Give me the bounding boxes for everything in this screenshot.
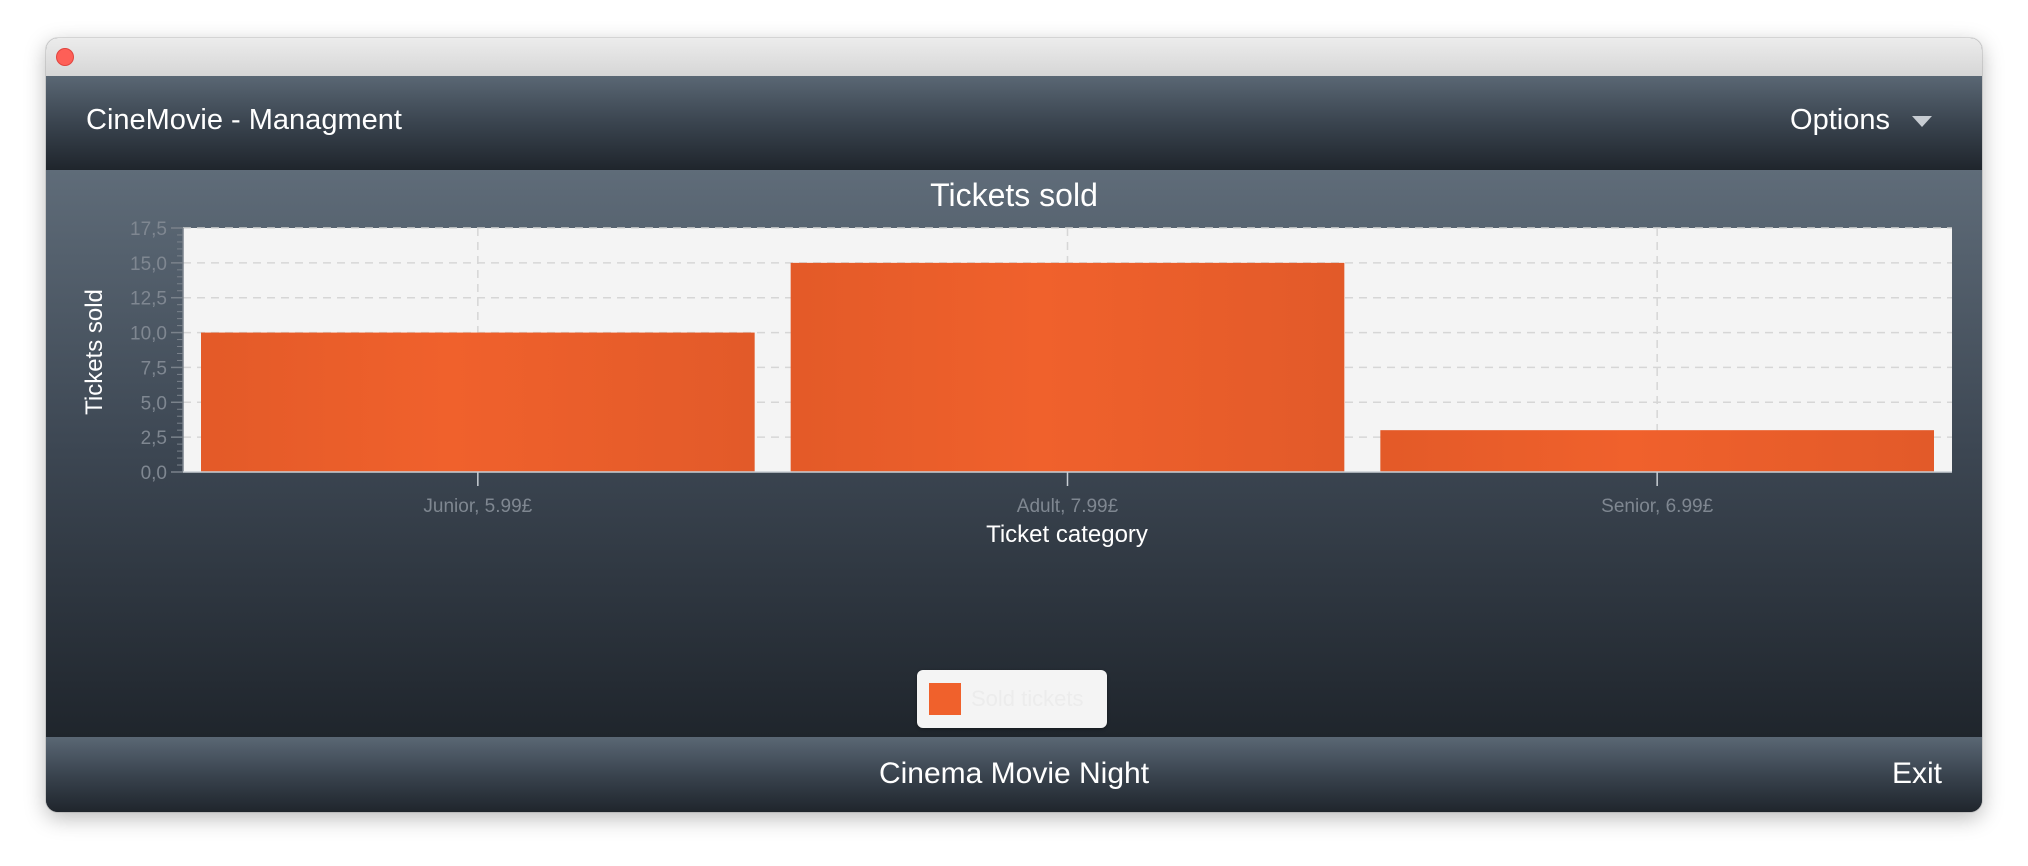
y-tick-label: 12,5: [130, 289, 167, 310]
options-label: Options: [1790, 104, 1890, 136]
x-tick-label: Adult, 7.99£: [1017, 496, 1119, 517]
bar-1[interactable]: [790, 262, 1345, 472]
x-tick-label: Junior, 5.99£: [423, 496, 532, 517]
legend-label: Sold tickets: [971, 686, 1084, 711]
y-tick-label: 17,5: [130, 219, 167, 240]
legend-swatch: [929, 683, 961, 715]
x-tick-label: Senior, 6.99£: [1601, 496, 1713, 517]
bar-0[interactable]: [201, 332, 755, 472]
y-tick-label: 2,5: [141, 428, 167, 449]
window-close-button[interactable]: [56, 48, 74, 66]
exit-button[interactable]: Exit: [1892, 757, 1942, 791]
bar-2[interactable]: [1380, 430, 1934, 472]
app-header: CineMovie - Managment Options: [46, 76, 1982, 170]
app-window: CineMovie - Managment Options Tickets so…: [46, 38, 1982, 812]
y-tick-label: 0,0: [141, 463, 167, 484]
y-tick-label: 10,0: [130, 324, 167, 345]
window-titlebar: [46, 38, 1982, 77]
y-tick-label: 5,0: [141, 393, 167, 414]
footer-title: Cinema Movie Night: [878, 757, 1150, 790]
y-tick-label: 7,5: [141, 358, 167, 379]
chart-area: Tickets sold 0,0 2,5 5,0 7,5 10,0 12,5 15,0 17,5…: [46, 170, 1982, 737]
chevron-down-icon: [1912, 116, 1932, 127]
chart-title: Tickets sold: [930, 177, 1098, 213]
x-axis-label: Ticket category: [986, 521, 1148, 548]
y-tick-label: 15,0: [130, 254, 167, 275]
tickets-bar-chart: Tickets sold 0,0 2,5 5,0 7,5 10,0 12,5 15,0 17,5…: [81, 177, 1952, 548]
app-title: CineMovie - Managment: [86, 104, 402, 136]
app-footer: Cinema Movie Night Exit: [46, 737, 1982, 812]
options-menu-button[interactable]: Options: [1790, 104, 1932, 137]
y-axis-label: Tickets sold: [81, 289, 108, 415]
chart-legend: Sold tickets: [917, 670, 1107, 728]
